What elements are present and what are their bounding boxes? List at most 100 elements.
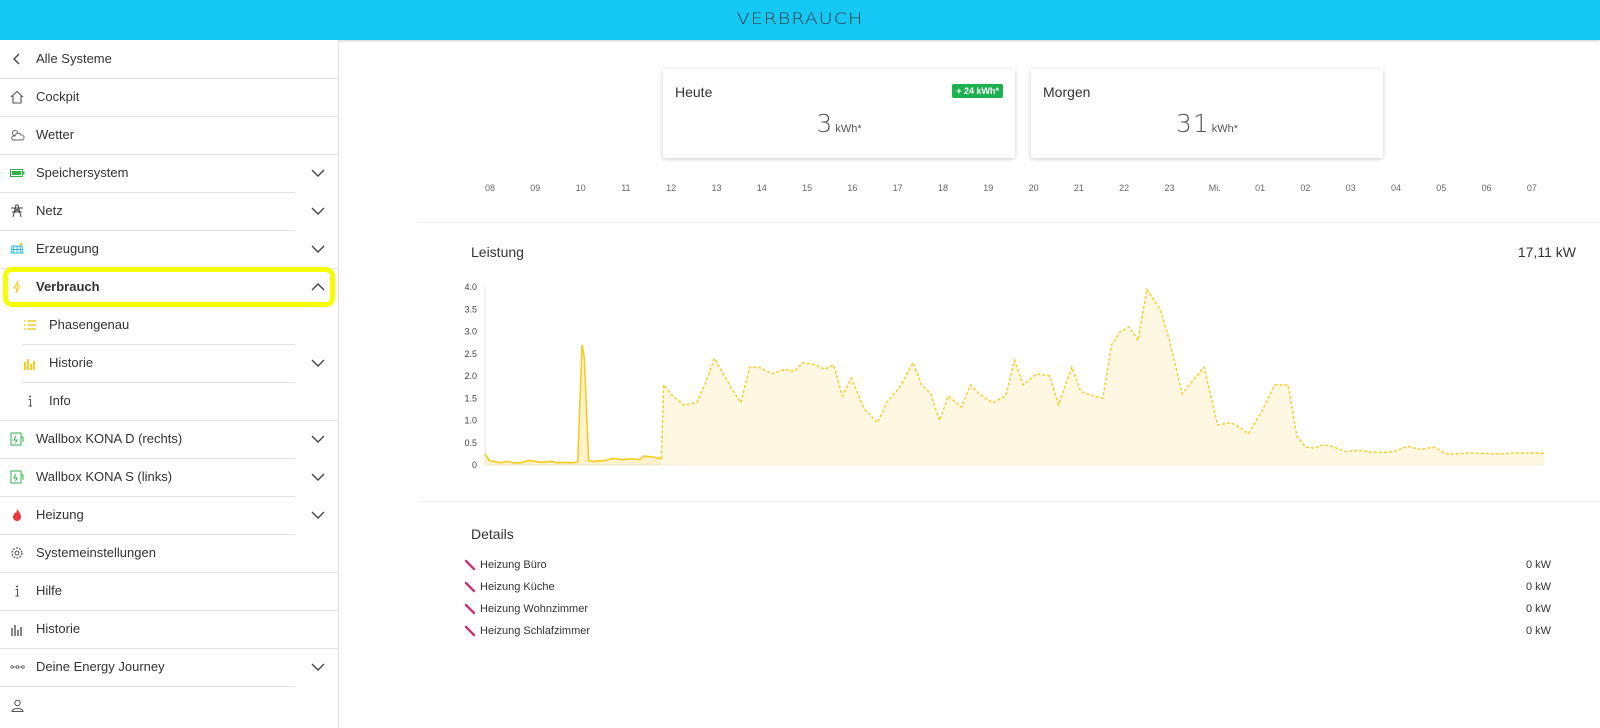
chevron-down-icon[interactable] xyxy=(311,508,325,522)
hour-label[interactable]: 04 xyxy=(1391,183,1401,193)
sidebar-item-cockpit[interactable]: Cockpit xyxy=(0,78,339,116)
power-title: Leistung xyxy=(471,244,524,260)
hour-label[interactable]: 06 xyxy=(1482,183,1492,193)
chevron-down-icon[interactable] xyxy=(311,470,325,484)
sidebar-item-info[interactable]: Info xyxy=(0,382,339,420)
sidebar-item-heizung[interactable]: Heizung xyxy=(0,496,339,534)
sidebar-item-wallbox-kona-d[interactable]: Wallbox KONA D (rechts) xyxy=(0,420,339,458)
measured-series-line xyxy=(484,344,662,465)
hour-label[interactable]: 02 xyxy=(1300,183,1310,193)
grid-tower-icon xyxy=(9,203,25,219)
detail-value: 0 kW xyxy=(1525,603,1551,615)
sidebar-item-energy-journey[interactable]: Deine Energy Journey xyxy=(0,648,339,686)
heater-icon xyxy=(464,625,476,637)
hour-label[interactable]: 03 xyxy=(1346,183,1356,193)
info-icon xyxy=(22,393,38,409)
sidebar-item-hilfe[interactable]: Hilfe xyxy=(0,572,339,610)
sidebar-item-phasengenau[interactable]: Phasengenau xyxy=(0,306,339,344)
sidebar-item-label: Wetter xyxy=(36,127,75,142)
flame-icon xyxy=(9,507,25,523)
chevron-left-icon[interactable] xyxy=(9,51,25,67)
hour-label[interactable]: 17 xyxy=(893,183,903,193)
sidebar-item-netz[interactable]: Netz xyxy=(0,192,339,230)
hour-label[interactable]: 08 xyxy=(485,183,495,193)
hour-label[interactable]: 18 xyxy=(938,183,948,193)
today-badge: + 24 kWh* xyxy=(952,84,1003,98)
hour-label[interactable]: 21 xyxy=(1074,183,1084,193)
hour-label[interactable]: 01 xyxy=(1255,183,1265,193)
sidebar-item-systemeinstellungen[interactable]: Systemeinstellungen xyxy=(0,534,339,572)
chevron-down-icon[interactable] xyxy=(311,356,325,370)
wallbox-icon xyxy=(9,431,25,447)
detail-value: 0 kW xyxy=(1525,581,1551,593)
divider xyxy=(418,222,1600,223)
hour-label[interactable]: 23 xyxy=(1164,183,1174,193)
sidebar-item-label: Heizung xyxy=(36,507,84,522)
chevron-down-icon[interactable] xyxy=(311,204,325,218)
chevron-down-icon[interactable] xyxy=(311,166,325,180)
hour-label[interactable]: 12 xyxy=(666,183,676,193)
hour-label[interactable]: 07 xyxy=(1527,183,1537,193)
y-tick-label: 1.5 xyxy=(464,393,477,403)
detail-row[interactable]: Heizung Schlafzimmer 0 kW xyxy=(461,623,1551,641)
power-value: 17,11 kW xyxy=(1517,244,1576,260)
sidebar-item-historie-sub[interactable]: Historie xyxy=(0,344,339,382)
sidebar-item-label: Hilfe xyxy=(36,583,63,598)
tomorrow-title: Morgen xyxy=(1043,84,1091,100)
y-tick-label: 0.5 xyxy=(464,438,477,448)
detail-row[interactable]: Heizung Küche 0 kW xyxy=(461,579,1551,597)
hour-label[interactable]: 11 xyxy=(621,183,630,193)
detail-row[interactable]: Heizung Wohnzimmer 0 kW xyxy=(461,601,1551,619)
detail-row[interactable]: Heizung Büro 0 kW xyxy=(461,557,1551,575)
detail-value: 0 kW xyxy=(1525,559,1551,571)
sidebar-item-wallbox-kona-s[interactable]: Wallbox KONA S (links) xyxy=(0,458,339,496)
y-tick-label: 4.0 xyxy=(464,282,477,292)
weather-icon xyxy=(9,127,25,143)
y-tick-label: 1.0 xyxy=(464,416,477,426)
sidebar-item-label: Historie xyxy=(49,355,94,370)
hour-label[interactable]: 05 xyxy=(1436,183,1446,193)
sidebar-item-label: Cockpit xyxy=(36,89,80,104)
home-icon xyxy=(9,89,25,105)
y-tick-label: 3.0 xyxy=(464,327,477,337)
hour-label[interactable]: 10 xyxy=(576,183,586,193)
user-profile-button[interactable] xyxy=(0,686,60,724)
sidebar-item-label: Wallbox KONA D (rechts) xyxy=(36,431,183,446)
hour-label[interactable]: Mi. xyxy=(1209,183,1221,193)
hour-label[interactable]: 14 xyxy=(757,183,767,193)
back-label: Alle Systeme xyxy=(36,51,112,66)
chevron-down-icon[interactable] xyxy=(311,242,325,256)
details-title: Details xyxy=(471,526,514,542)
wallbox-icon xyxy=(9,469,25,485)
sidebar-item-label: Phasengenau xyxy=(49,317,130,332)
bar-chart-icon xyxy=(22,355,38,371)
hour-label[interactable]: 09 xyxy=(530,183,540,193)
sidebar-item-label: Systemeinstellungen xyxy=(36,545,156,560)
bar-chart-icon xyxy=(9,621,25,637)
sidebar-item-wetter[interactable]: Wetter xyxy=(0,116,339,154)
hour-label[interactable]: 16 xyxy=(847,183,857,193)
solar-panel-icon xyxy=(9,241,25,257)
sidebar-item-speichersystem[interactable]: Speichersystem xyxy=(0,154,339,192)
today-unit: kWh* xyxy=(835,123,862,135)
back-all-systems[interactable]: Alle Systeme xyxy=(0,40,339,78)
list-icon xyxy=(22,317,38,333)
hour-label[interactable]: 22 xyxy=(1119,183,1129,193)
info-icon xyxy=(9,583,25,599)
page-title: VERBRAUCH xyxy=(736,9,864,29)
hour-label[interactable]: 15 xyxy=(802,183,812,193)
sidebar-item-historie[interactable]: Historie xyxy=(0,610,339,648)
today-card: Heute + 24 kWh* 3 kWh* xyxy=(663,69,1015,158)
heater-icon xyxy=(464,603,476,615)
measured-area xyxy=(485,344,662,465)
journey-icon xyxy=(9,659,25,675)
highlight-box xyxy=(3,267,335,307)
hour-label[interactable]: 19 xyxy=(983,183,993,193)
chevron-down-icon[interactable] xyxy=(311,432,325,446)
forecast-area xyxy=(661,289,1544,465)
sidebar-item-erzeugung[interactable]: Erzeugung xyxy=(0,230,339,268)
hour-label[interactable]: 13 xyxy=(711,183,721,193)
chevron-down-icon[interactable] xyxy=(311,660,325,674)
hour-label[interactable]: 20 xyxy=(1029,183,1039,193)
heater-icon xyxy=(464,581,476,593)
